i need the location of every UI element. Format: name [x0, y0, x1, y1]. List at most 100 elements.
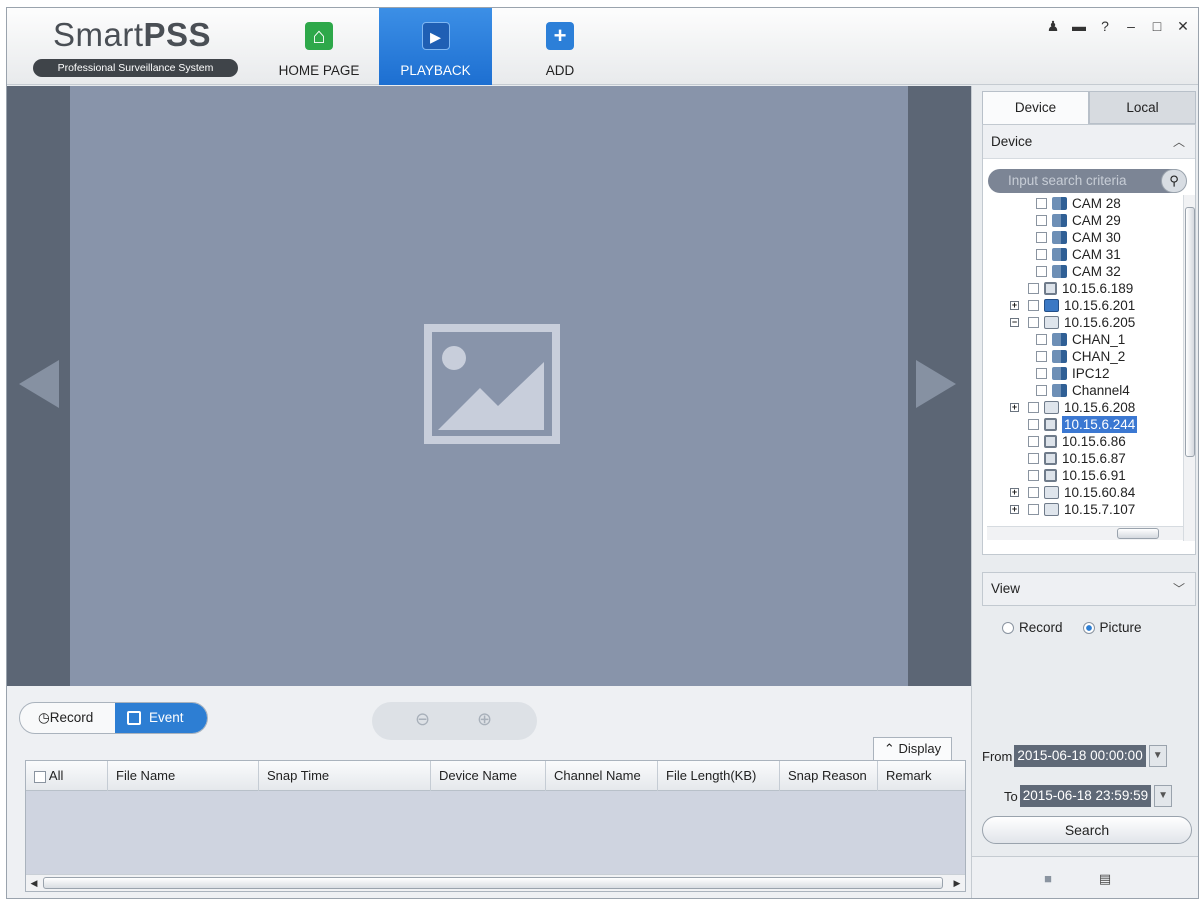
- save-icon[interactable]: ■: [1040, 871, 1056, 887]
- radio-record[interactable]: Record: [1002, 620, 1063, 635]
- table-horizontal-scrollbar[interactable]: ◀ ▶: [26, 874, 965, 891]
- column-device-name[interactable]: Device Name: [431, 761, 546, 791]
- tree-node-checkbox[interactable]: [1036, 266, 1047, 277]
- tree-node[interactable]: 10.15.6.91: [1010, 467, 1126, 484]
- expand-icon[interactable]: +: [1010, 505, 1019, 514]
- scrollbar-thumb[interactable]: [1117, 528, 1159, 539]
- tree-node[interactable]: Channel4: [1036, 382, 1130, 399]
- tree-node-checkbox[interactable]: [1036, 198, 1047, 209]
- from-dropdown-icon[interactable]: ▼: [1148, 745, 1167, 767]
- tree-node-checkbox[interactable]: [1036, 215, 1047, 226]
- tree-node-checkbox[interactable]: [1028, 436, 1039, 447]
- column-all[interactable]: All: [26, 761, 108, 791]
- device-search-input[interactable]: Input search criteria: [988, 169, 1186, 193]
- home-icon: ⌂: [305, 22, 333, 50]
- scroll-right-icon[interactable]: ▶: [949, 875, 965, 891]
- tree-node[interactable]: CAM 28: [1036, 195, 1121, 212]
- tree-node-checkbox[interactable]: [1036, 232, 1047, 243]
- tree-node[interactable]: CAM 32: [1036, 263, 1121, 280]
- tree-node[interactable]: 10.15.6.86: [1010, 433, 1126, 450]
- tree-node-checkbox[interactable]: [1036, 385, 1047, 396]
- tree-node[interactable]: +10.15.7.107: [1010, 501, 1135, 518]
- expand-icon[interactable]: +: [1010, 403, 1019, 412]
- select-all-checkbox[interactable]: [34, 770, 46, 783]
- tree-node[interactable]: − 10.15.6.205: [1010, 314, 1135, 331]
- zoom-in-icon[interactable]: ⊕: [477, 709, 492, 730]
- tree-node[interactable]: 10.15.6.244: [1010, 416, 1138, 433]
- tree-node-checkbox[interactable]: [1028, 402, 1039, 413]
- radio-picture[interactable]: Picture: [1082, 620, 1142, 635]
- mode-event-button[interactable]: Event: [115, 703, 207, 733]
- column-remark[interactable]: Remark: [878, 761, 965, 791]
- tab-local[interactable]: Local: [1089, 91, 1196, 124]
- tree-node[interactable]: 10.15.6.189: [1010, 280, 1133, 297]
- tree-horizontal-scrollbar[interactable]: [987, 526, 1183, 540]
- device-section-header[interactable]: Device ︿: [983, 125, 1195, 159]
- tree-node-checkbox[interactable]: [1028, 300, 1039, 311]
- tree-node[interactable]: +10.15.60.84: [1010, 484, 1135, 501]
- tree-node-checkbox[interactable]: [1028, 504, 1039, 515]
- expand-icon[interactable]: +: [1010, 488, 1019, 497]
- tree-node[interactable]: +10.15.6.208: [1010, 399, 1135, 416]
- nav-home-page[interactable]: ⌂ HOME PAGE: [269, 8, 369, 85]
- from-datetime-field[interactable]: 2015-06-18 00:00:00: [1014, 745, 1146, 767]
- tree-node-checkbox[interactable]: [1028, 419, 1039, 430]
- zoom-out-icon[interactable]: ⊖: [415, 709, 430, 730]
- tree-node-checkbox[interactable]: [1036, 334, 1047, 345]
- tree-node[interactable]: CHAN_2: [1036, 348, 1125, 365]
- image-placeholder-icon: [424, 324, 560, 444]
- column-snap-time[interactable]: Snap Time: [259, 761, 431, 791]
- close-icon[interactable]: ✕: [1176, 18, 1190, 36]
- scrollbar-thumb[interactable]: [1185, 207, 1195, 457]
- column-file-length[interactable]: File Length(KB): [658, 761, 780, 791]
- to-datetime-field[interactable]: 2015-06-18 23:59:59: [1019, 785, 1152, 807]
- record-type-radios: Record Picture: [1002, 617, 1192, 637]
- tree-node-checkbox[interactable]: [1028, 283, 1039, 294]
- radio-record-button[interactable]: [1002, 621, 1014, 634]
- tree-node-checkbox[interactable]: [1036, 249, 1047, 260]
- tree-node[interactable]: CAM 30: [1036, 229, 1121, 246]
- column-file-name[interactable]: File Name: [108, 761, 259, 791]
- tree-node-checkbox[interactable]: [1028, 317, 1039, 328]
- display-toggle-button[interactable]: ⌃ Display: [873, 737, 952, 761]
- tree-node[interactable]: CAM 29: [1036, 212, 1121, 229]
- tree-node[interactable]: CHAN_1: [1036, 331, 1125, 348]
- tree-node-checkbox[interactable]: [1028, 470, 1039, 481]
- tree-node-checkbox[interactable]: [1028, 487, 1039, 498]
- minimize-icon[interactable]: –: [1124, 18, 1138, 36]
- tree-node[interactable]: +10.15.6.201: [1010, 297, 1135, 314]
- playback-video-area[interactable]: [7, 86, 971, 686]
- tree-node[interactable]: 10.15.6.87: [1010, 450, 1126, 467]
- scrollbar-thumb[interactable]: [43, 877, 943, 889]
- tree-node-checkbox[interactable]: [1028, 453, 1039, 464]
- tree-node-label: CAM 32: [1072, 264, 1121, 279]
- tree-node-checkbox[interactable]: [1036, 351, 1047, 362]
- expand-icon[interactable]: +: [1010, 301, 1019, 310]
- column-channel-name[interactable]: Channel Name: [546, 761, 658, 791]
- radio-picture-button[interactable]: [1082, 621, 1095, 634]
- maximize-icon[interactable]: □: [1150, 18, 1164, 36]
- user-icon[interactable]: ♟: [1046, 18, 1060, 36]
- mode-record-label: Record: [49, 710, 94, 725]
- lock-icon[interactable]: ▬: [1072, 18, 1086, 36]
- help-icon[interactable]: ?: [1098, 18, 1112, 36]
- collapse-icon[interactable]: −: [1010, 318, 1019, 327]
- mode-record-button[interactable]: ◷Record: [20, 703, 115, 733]
- tree-node-checkbox[interactable]: [1036, 368, 1047, 379]
- tree-vertical-scrollbar[interactable]: [1183, 195, 1195, 541]
- scroll-left-icon[interactable]: ◀: [26, 875, 42, 891]
- tree-node[interactable]: IPC12: [1036, 365, 1110, 382]
- tab-device[interactable]: Device: [982, 91, 1089, 124]
- nav-add[interactable]: + ADD: [515, 8, 605, 85]
- column-snap-reason[interactable]: Snap Reason: [780, 761, 878, 791]
- camera-icon: [1052, 265, 1067, 278]
- tree-node[interactable]: CAM 31: [1036, 246, 1121, 263]
- export-icon[interactable]: ▤: [1097, 871, 1113, 887]
- search-button[interactable]: Search: [982, 816, 1192, 844]
- view-section-header[interactable]: View ﹀: [982, 572, 1196, 606]
- search-icon[interactable]: ⚲: [1161, 169, 1187, 193]
- next-arrow-icon[interactable]: [916, 360, 956, 408]
- previous-arrow-icon[interactable]: [19, 360, 59, 408]
- nav-playback[interactable]: ▸ PLAYBACK: [379, 8, 492, 85]
- to-dropdown-icon[interactable]: ▼: [1154, 785, 1173, 807]
